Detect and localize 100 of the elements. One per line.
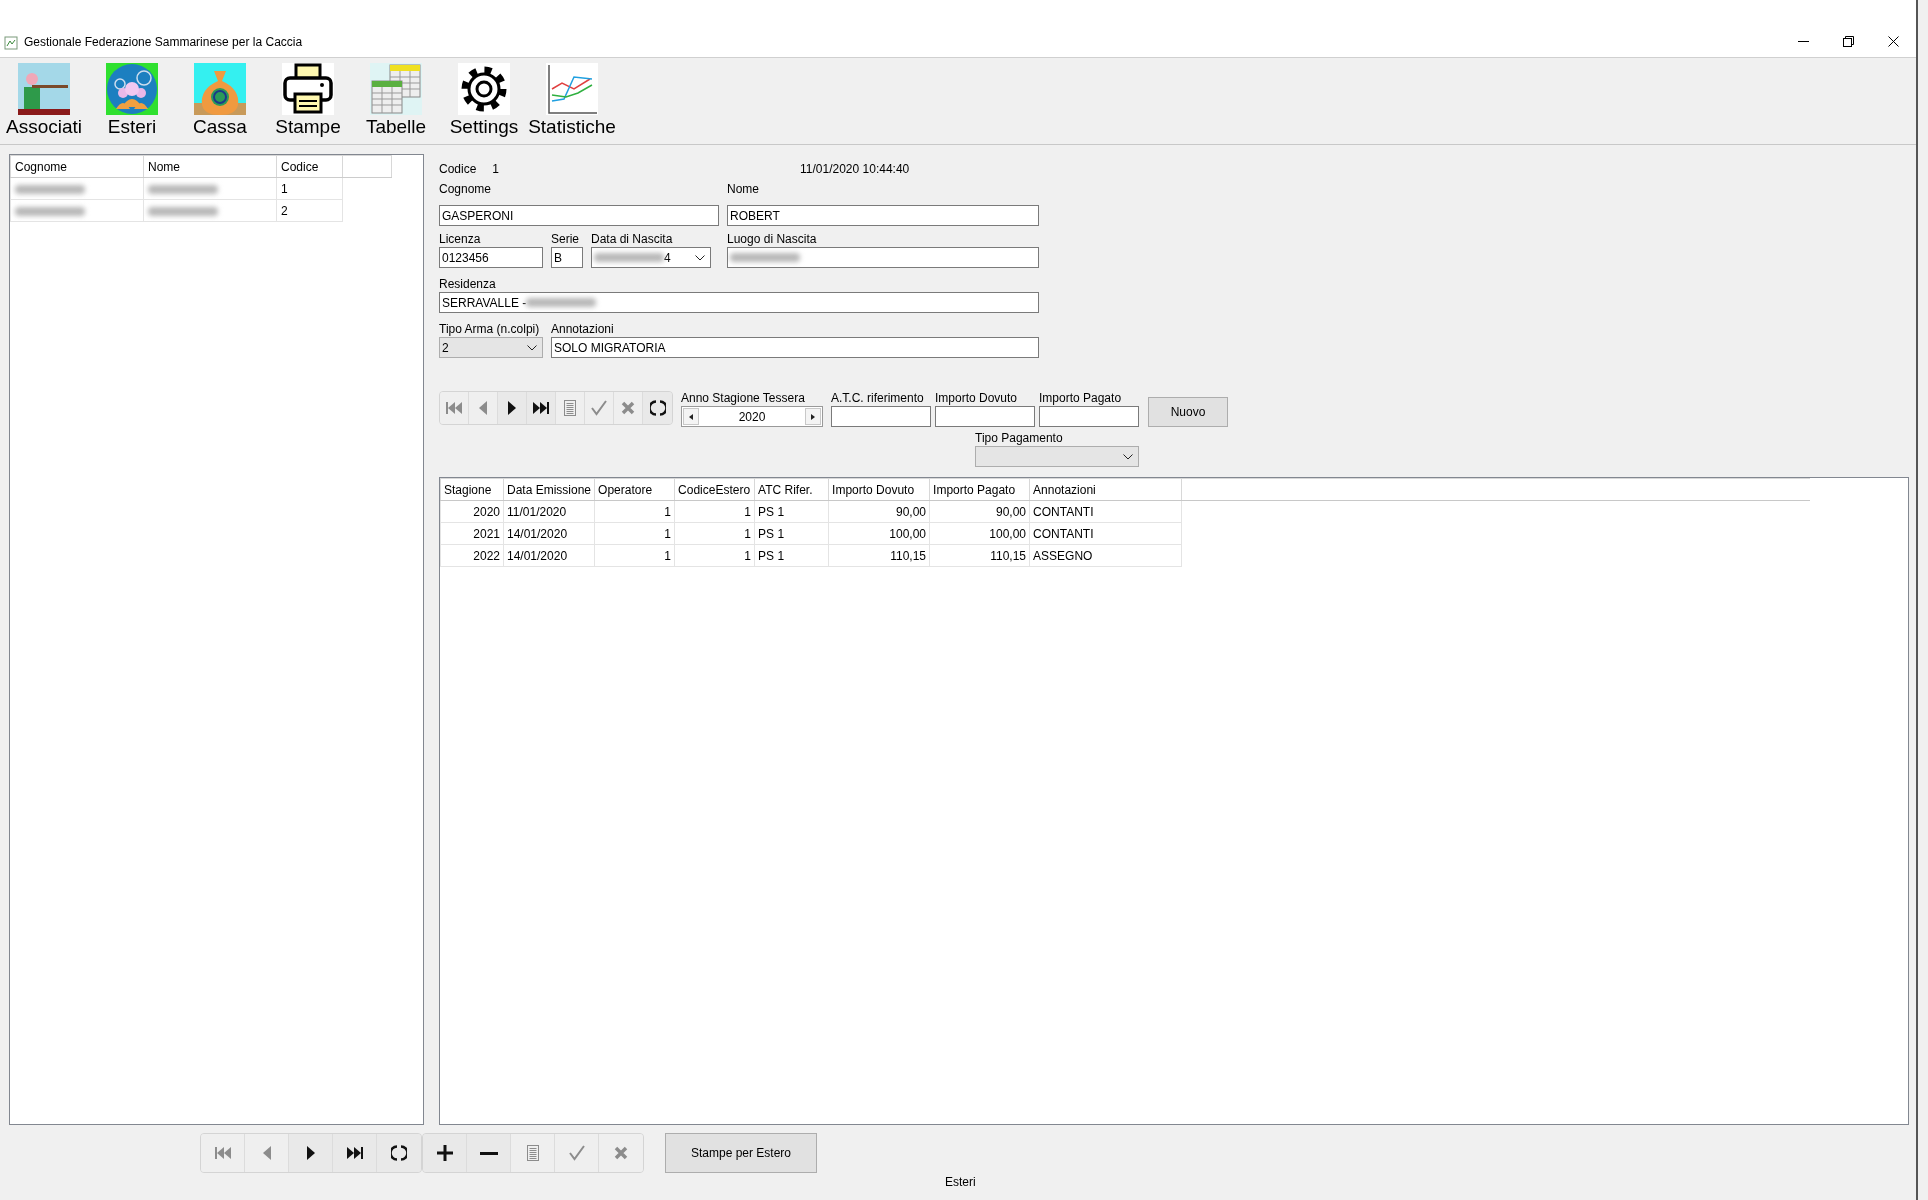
- previous-icon: [261, 1145, 272, 1161]
- table-cell: 11/01/2020: [503, 500, 595, 523]
- checkmark-icon: [567, 1145, 586, 1161]
- code-value: 1: [492, 162, 500, 176]
- field-label: Residenza: [439, 277, 496, 292]
- column-header[interactable]: Importo Pagato: [929, 478, 1030, 501]
- previous-icon: [478, 400, 488, 416]
- table-cell: PS 1: [754, 522, 829, 545]
- toolbar-button[interactable]: Statistiche: [528, 58, 616, 144]
- document-icon: [525, 1144, 540, 1162]
- table-cell: 110,15: [929, 544, 1030, 567]
- field-label: Importo Pagato: [1039, 391, 1122, 406]
- dropdown[interactable]: 4: [591, 247, 711, 268]
- column-header[interactable]: Data Emissione: [503, 478, 595, 501]
- column-header[interactable]: CodiceEstero: [674, 478, 755, 501]
- toolbar-button[interactable]: Settings: [440, 58, 528, 144]
- column-header[interactable]: Cognome: [10, 155, 144, 178]
- caret-right-icon: [811, 413, 815, 420]
- money-bag-icon: [194, 63, 246, 115]
- window-title: Gestionale Federazione Sammarinese per la Caccia: [24, 35, 303, 49]
- field-label: Cognome: [439, 182, 492, 197]
- field-label: Annotazioni: [551, 322, 614, 337]
- minimize-icon: [1798, 40, 1809, 42]
- table-cell: 1: [674, 500, 755, 523]
- table-cell: 100,00: [929, 522, 1030, 545]
- table-cell: 90,00: [929, 500, 1030, 523]
- input-field[interactable]: GASPERONI: [439, 205, 719, 226]
- input-field[interactable]: SERRAVALLE -: [439, 292, 1039, 313]
- input-field[interactable]: ROBERT: [727, 205, 1039, 226]
- next-icon: [305, 1145, 316, 1161]
- table-cell: 1: [594, 500, 675, 523]
- column-header[interactable]: Importo Dovuto: [828, 478, 930, 501]
- field-label: Tipo Arma (n.colpi): [439, 322, 540, 337]
- caret-right-button[interactable]: [805, 408, 821, 425]
- printer-icon: [282, 63, 334, 115]
- column-header[interactable]: Codice: [276, 155, 343, 178]
- field-label: Tipo Pagamento: [975, 431, 1063, 446]
- column-header[interactable]: Operatore: [594, 478, 675, 501]
- checkmark-icon: [590, 400, 608, 416]
- field-label: A.T.C. riferimento: [831, 391, 924, 406]
- caret-left-icon: [689, 413, 693, 420]
- input-field[interactable]: SOLO MIGRATORIA: [551, 337, 1039, 358]
- toolbar-button[interactable]: Stampe: [264, 58, 352, 144]
- table-cell: 90,00: [828, 500, 930, 523]
- minus-icon: [479, 1151, 498, 1155]
- year-spinner[interactable]: 2020: [681, 406, 823, 427]
- people-icon: [106, 63, 158, 115]
- cross-icon: [620, 400, 636, 416]
- table-cell: 1: [276, 177, 343, 200]
- table-cell: 2022: [440, 544, 504, 567]
- add-button[interactable]: [423, 1134, 467, 1172]
- table-cell: 14/01/2020: [503, 544, 595, 567]
- toolbar-button[interactable]: Esteri: [88, 58, 176, 144]
- field-label: Anno Stagione Tessera: [681, 391, 805, 406]
- skip-first-icon: [213, 1145, 232, 1161]
- line-chart-icon: [546, 63, 598, 115]
- restore-icon: [1843, 35, 1854, 47]
- table-cell: CONTANTI: [1029, 500, 1182, 523]
- table-cell: ASSEGNO: [1029, 544, 1182, 567]
- status-text: Esteri: [945, 1175, 976, 1189]
- column-header[interactable]: Annotazioni: [1029, 478, 1182, 501]
- app-icon: [4, 36, 18, 50]
- skip-last-icon: [345, 1145, 364, 1161]
- field-label: Luogo di Nascita: [727, 232, 817, 247]
- input-field[interactable]: [1039, 406, 1139, 427]
- toolbar-button[interactable]: Associati: [0, 58, 88, 144]
- caret-left-button[interactable]: [683, 408, 699, 425]
- input-field[interactable]: 0123456: [439, 247, 543, 268]
- input-field[interactable]: [831, 406, 931, 427]
- toolbar-button[interactable]: Tabelle: [352, 58, 440, 144]
- field-label: Data di Nascita: [591, 232, 673, 247]
- table-cell: 1: [594, 522, 675, 545]
- field-label: Importo Dovuto: [935, 391, 1018, 406]
- input-field[interactable]: [935, 406, 1035, 427]
- table-cell: 100,00: [828, 522, 930, 545]
- input-field[interactable]: [727, 247, 1039, 268]
- new-button[interactable]: Nuovo: [1148, 397, 1228, 427]
- field-label: Licenza: [439, 232, 481, 247]
- table-cell: 2: [276, 199, 343, 222]
- print-button[interactable]: Stampe per Estero: [665, 1133, 817, 1173]
- table-icon: [370, 63, 422, 115]
- table-cell: 2020: [440, 500, 504, 523]
- column-header[interactable]: Nome: [143, 155, 277, 178]
- refresh-icon: [649, 399, 666, 417]
- document-icon: [563, 399, 577, 417]
- table-cell: PS 1: [754, 544, 829, 567]
- dropdown[interactable]: 2: [439, 337, 543, 358]
- next-icon: [507, 400, 517, 416]
- shooter-icon: [18, 63, 70, 115]
- input-field[interactable]: B: [551, 247, 583, 268]
- skip-last-icon: [532, 400, 550, 416]
- toolbar-button[interactable]: Cassa: [176, 58, 264, 144]
- table-cell: 1: [674, 544, 755, 567]
- column-header[interactable]: ATC Rifer.: [754, 478, 829, 501]
- close-icon: [1888, 35, 1899, 47]
- gear-icon: [458, 63, 510, 115]
- refresh-icon: [391, 1144, 407, 1162]
- field-label: Nome: [727, 182, 759, 197]
- column-header[interactable]: Stagione: [440, 478, 504, 501]
- field-label: Codice: [439, 162, 477, 176]
